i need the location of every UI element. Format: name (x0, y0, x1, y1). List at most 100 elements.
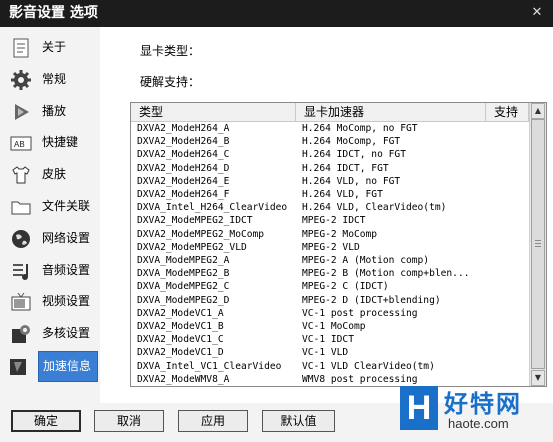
cell-type: DXVA2_ModeVC1_B (137, 321, 224, 332)
table-row[interactable]: DXVA2_ModeH264_C H.264 IDCT, no FGT (131, 148, 529, 161)
title-bar: 影音设置 选项 ✕ (0, 0, 553, 27)
scroll-up-icon[interactable]: ▲ (531, 103, 545, 119)
scroll-thumb[interactable] (531, 119, 545, 369)
sidebar-item-8[interactable]: 视频设置 (6, 287, 96, 316)
cancel-button[interactable]: 取消 (94, 410, 164, 432)
column-header-accelerator[interactable]: 显卡加速器 (296, 103, 486, 121)
gpu-type-label: 显卡类型： (140, 44, 201, 58)
cores-icon (10, 323, 32, 345)
cell-type: DXVA2_ModeWMV8_A (137, 373, 230, 385)
sidebar-item-label: 加速信息 (43, 359, 92, 373)
globe-icon (10, 228, 32, 250)
sidebar: 关于常规播放 AB 快捷键皮肤文件关联网络设置音频设置视频设置多核设置加速信息 (0, 27, 100, 403)
cell-type: DXVA2_ModeVC1_A (137, 307, 224, 319)
cell-type: DXVA2_ModeH264_E (137, 175, 230, 187)
close-icon[interactable]: ✕ (527, 4, 547, 22)
gear-icon (10, 69, 32, 91)
cell-accelerator: MPEG-2 IDCT (302, 215, 366, 227)
default-button[interactable]: 默认值 (262, 410, 335, 432)
table-row[interactable]: DXVA_Intel_H264_ClearVideo H.264 VLD, Cle… (131, 201, 529, 214)
sidebar-item-5[interactable]: 文件关联 (6, 192, 96, 221)
sidebar-item-4[interactable]: 皮肤 (6, 160, 96, 189)
play-icon (10, 101, 32, 123)
table-row[interactable]: DXVA2_ModeMPEG2_VLD MPEG-2 VLD (131, 241, 529, 254)
cell-accelerator: MPEG-2 C (IDCT) (302, 281, 389, 293)
sidebar-item-label: 常规 (42, 71, 67, 86)
table-row[interactable]: DXVA_ModeMPEG2_D MPEG-2 D (IDCT+blending) (131, 294, 529, 307)
cell-type: DXVA_ModeMPEG2_B (137, 268, 230, 280)
ok-button[interactable]: 确定 (11, 410, 81, 432)
sidebar-item-label: 皮肤 (42, 167, 67, 182)
sidebar-item-0[interactable]: 关于 (6, 33, 96, 62)
cell-type: DXVA2_ModeVC1_C (137, 334, 224, 346)
folder-icon (10, 196, 32, 218)
column-header-type[interactable]: 类型 (131, 103, 296, 121)
table-row[interactable]: DXVA2_ModeVC1_D VC-1 VLD (131, 346, 529, 359)
cell-type: DXVA2_ModeH264_F (137, 189, 230, 200)
table-row[interactable]: DXVA2_ModeVC1_C VC-1 IDCT (131, 333, 529, 346)
table-row[interactable]: DXVA2_ModeVC1_B VC-1 MoComp (131, 320, 529, 333)
grip-line (535, 246, 541, 247)
sidebar-item-1[interactable]: 常规 (6, 65, 96, 94)
cell-accelerator: MPEG-2 D (IDCT+blending) (302, 294, 441, 306)
sidebar-item-label: 多核设置 (42, 326, 91, 341)
sidebar-item-label: 音频设置 (42, 262, 91, 277)
sidebar-item-10[interactable]: 加速信息 (10, 351, 98, 382)
cell-accelerator: MPEG-2 B (Motion comp+blen... (302, 268, 470, 280)
window-title: 影音设置 选项 (9, 5, 98, 21)
table-row[interactable]: DXVA2_ModeH264_E H.264 VLD, no FGT (131, 175, 529, 188)
table-row[interactable]: DXVA2_ModeH264_A H.264 MoComp, no FGT (131, 122, 529, 135)
list-header: 类型 显卡加速器 支持 (131, 103, 529, 122)
sidebar-item-6[interactable]: 网络设置 (6, 224, 96, 253)
apply-button[interactable]: 应用 (178, 410, 248, 432)
hw-support-label: 硬解支持： (140, 75, 201, 89)
table-row[interactable]: DXVA_ModeMPEG2_C MPEG-2 C (IDCT) (131, 280, 529, 293)
table-row[interactable]: DXVA_ModeMPEG2_A MPEG-2 A (Motion comp) (131, 254, 529, 267)
sidebar-item-2[interactable]: 播放 (6, 97, 96, 126)
sidebar-item-label: 文件关联 (42, 199, 91, 213)
cell-type: DXVA2_ModeMPEG2_VLD (137, 241, 247, 253)
cell-accelerator: VC-1 MoComp (302, 321, 366, 332)
cell-accelerator: MPEG-2 VLD (302, 241, 360, 253)
decoder-list[interactable]: 类型 显卡加速器 支持 DXVA2_ModeH264_A H.264 MoComp… (130, 102, 547, 387)
keyboard-icon: AB (10, 132, 32, 154)
settings-window: 影音设置 选项 ✕ 关于常规播放 AB 快捷键皮肤文件关联网络设置音频设置视频设置多… (0, 0, 553, 442)
cell-type: DXVA_ModeMPEG2_D (137, 294, 230, 306)
watermark-logo: H 好特网 haote.com (400, 378, 553, 442)
table-row[interactable]: DXVA2_ModeVC1_A VC-1 post processing (131, 307, 529, 320)
sidebar-item-label: 关于 (42, 40, 67, 54)
grip-line (535, 240, 541, 241)
cell-accelerator: H.264 MoComp, no FGT (302, 123, 418, 134)
tv-icon (10, 291, 32, 313)
table-row[interactable]: DXVA2_ModeH264_B H.264 MoComp, FGT (131, 135, 529, 148)
table-row[interactable]: DXVA2_ModeMPEG2_MoComp MPEG-2 MoComp (131, 228, 529, 241)
table-row[interactable]: DXVA2_ModeH264_D H.264 IDCT, FGT (131, 162, 529, 175)
sidebar-item-label: 网络设置 (42, 230, 91, 245)
sidebar-item-7[interactable]: 音频设置 (6, 256, 96, 285)
cell-accelerator: VC-1 post processing (302, 307, 418, 319)
column-header-support[interactable]: 支持 (486, 103, 529, 121)
table-row[interactable]: DXVA2_ModeH264_F H.264 VLD, FGT (131, 188, 529, 201)
shirt-icon (10, 164, 32, 186)
cell-accelerator: VC-1 VLD ClearVideo(tm) (302, 360, 435, 372)
svg-text:AB: AB (14, 140, 25, 149)
table-row[interactable]: DXVA2_ModeMPEG2_IDCT MPEG-2 IDCT (131, 214, 529, 227)
audio-icon (10, 260, 32, 282)
vertical-scrollbar[interactable]: ▲ ▼ (529, 103, 546, 386)
content-panel: 显卡类型： 硬解支持： 类型 显卡加速器 支持 DXVA2_ModeH264_A… (100, 27, 553, 403)
cell-accelerator: VC-1 IDCT (302, 334, 354, 346)
cell-type: DXVA2_ModeH264_A (137, 123, 230, 134)
cell-type: DXVA_ModeMPEG2_C (137, 281, 230, 293)
table-row[interactable]: DXVA_Intel_VC1_ClearVideo VC-1 VLD ClearV… (131, 360, 529, 373)
sidebar-item-9[interactable]: 多核设置 (6, 319, 96, 348)
table-row[interactable]: DXVA_ModeMPEG2_B MPEG-2 B (Motion comp+bl… (131, 267, 529, 280)
grip-line (535, 243, 541, 244)
cell-type: DXVA2_ModeH264_B (137, 136, 230, 148)
cell-accelerator: MPEG-2 MoComp (302, 228, 378, 240)
sidebar-item-3[interactable]: AB 快捷键 (6, 128, 96, 157)
cell-accelerator: H.264 VLD, no FGT (302, 175, 401, 187)
cell-accelerator: VC-1 VLD (302, 347, 349, 359)
cell-type: DXVA_ModeMPEG2_A (137, 255, 230, 266)
sidebar-item-label: 视频设置 (42, 294, 91, 309)
cell-accelerator: H.264 VLD, FGT (302, 189, 383, 200)
